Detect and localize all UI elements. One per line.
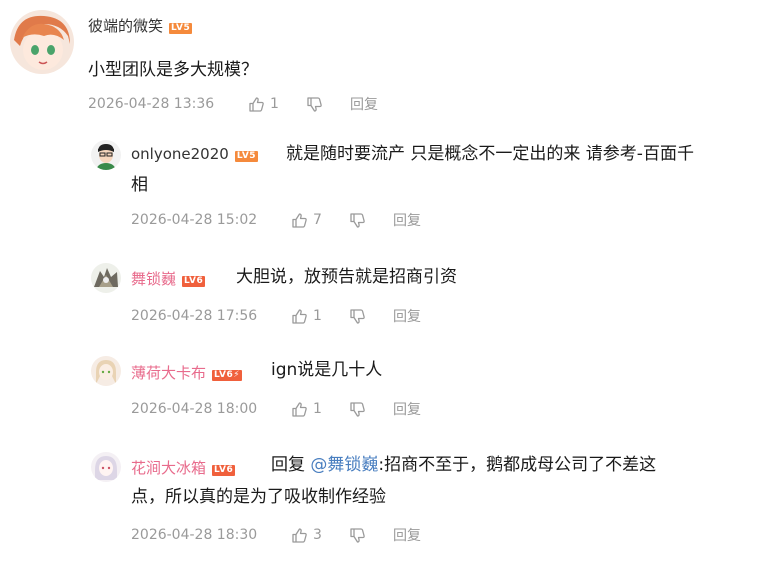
reply-button[interactable]: 回复	[393, 525, 421, 545]
reply-button[interactable]: 回复	[393, 306, 421, 326]
thumbs-down-icon	[306, 96, 323, 113]
like-button[interactable]: 1	[291, 401, 349, 418]
timestamp: 2026-04-28 15:02	[131, 212, 258, 228]
avatar[interactable]	[91, 356, 121, 386]
comment-text-line2: 相	[131, 175, 148, 195]
like-button[interactable]: 1	[248, 96, 306, 113]
comment-text-line1: 回复 @舞锁巍:招商不至于，鹅都成母公司了不差这	[271, 451, 656, 479]
username[interactable]: 花涧大冰箱	[131, 459, 206, 477]
like-count: 7	[313, 212, 322, 228]
user-line: onlyone2020 LV5	[131, 145, 259, 163]
thumbs-up-icon	[248, 96, 265, 113]
level-badge: LV5	[169, 23, 193, 34]
like-count: 3	[313, 527, 322, 543]
thumbs-up-icon	[291, 212, 308, 229]
username[interactable]: 薄荷大卡布	[131, 364, 206, 382]
thumbs-up-icon	[291, 527, 308, 544]
thumbs-down-icon	[349, 308, 366, 325]
level-badge: LV6	[212, 465, 236, 476]
comment-text-line2: 点，所以真的是为了吸收制作经验	[131, 487, 386, 507]
comment-meta: 2026-04-28 15:02 7 回复	[131, 210, 421, 230]
dislike-button[interactable]	[349, 401, 393, 418]
comment-text: ign说是几十人	[271, 360, 383, 380]
user-line: 花涧大冰箱 LV6	[131, 457, 236, 478]
reply-item: 舞锁巍 LV6 大胆说，放预告就是招商引资 2026-04-28 17:56 1 …	[0, 245, 767, 340]
thumbs-down-icon	[349, 401, 366, 418]
avatar[interactable]	[91, 140, 121, 170]
thumbs-up-icon	[291, 401, 308, 418]
reply-item: 花涧大冰箱 LV6 回复 @舞锁巍:招商不至于，鹅都成母公司了不差这 点，所以真的…	[0, 435, 767, 566]
dislike-button[interactable]	[349, 212, 393, 229]
like-count: 1	[270, 96, 279, 112]
reply-button[interactable]: 回复	[350, 94, 378, 114]
comment-meta: 2026-04-28 13:36 1 回复	[88, 94, 378, 114]
like-button[interactable]: 1	[291, 308, 349, 325]
like-count: 1	[313, 308, 322, 324]
timestamp: 2026-04-28 13:36	[88, 96, 215, 112]
like-count: 1	[313, 401, 322, 417]
reply-text: :招商不至于，鹅都成母公司了不差这	[378, 455, 657, 475]
level-badge: LV6	[182, 276, 206, 287]
comment-meta: 2026-04-28 18:00 1 回复	[131, 399, 421, 419]
level-badge: LV5	[234, 151, 259, 162]
avatar[interactable]	[91, 263, 121, 293]
level-badge: LV6⚡	[212, 370, 243, 381]
user-line: 舞锁巍 LV6	[131, 268, 206, 289]
username[interactable]: 舞锁巍	[131, 270, 176, 288]
thumbs-down-icon	[349, 527, 366, 544]
comment-top: 彼端的微笑 LV5 小型团队是多大规模？ 2026-04-28 13:36 1 回…	[0, 0, 767, 125]
comment-text-line1: 就是随时要流产 只是概念不一定出的来 请参考-百面千	[286, 144, 694, 164]
username[interactable]: 彼端的微笑	[88, 17, 163, 35]
username[interactable]: onlyone2020	[131, 145, 229, 163]
timestamp: 2026-04-28 18:00	[131, 401, 258, 417]
comment-meta: 2026-04-28 17:56 1 回复	[131, 306, 421, 326]
like-button[interactable]: 7	[291, 212, 349, 229]
thumbs-up-icon	[291, 308, 308, 325]
mention-link[interactable]: @舞锁巍	[310, 455, 378, 475]
avatar[interactable]	[10, 10, 74, 74]
reply-button[interactable]: 回复	[393, 399, 421, 419]
comment-text: 小型团队是多大规模？	[88, 60, 258, 80]
comment-text: 大胆说，放预告就是招商引资	[236, 267, 457, 287]
avatar[interactable]	[91, 452, 121, 482]
thumbs-down-icon	[349, 212, 366, 229]
dislike-button[interactable]	[349, 527, 393, 544]
dislike-button[interactable]	[349, 308, 393, 325]
reply-prefix: 回复	[271, 455, 311, 475]
timestamp: 2026-04-28 17:56	[131, 308, 258, 324]
user-line: 彼端的微笑 LV5	[88, 15, 193, 36]
reply-item: 薄荷大卡布 LV6⚡ ign说是几十人 2026-04-28 18:00 1 回复	[0, 340, 767, 435]
like-button[interactable]: 3	[291, 527, 349, 544]
user-line: 薄荷大卡布 LV6⚡	[131, 362, 243, 383]
timestamp: 2026-04-28 18:30	[131, 527, 258, 543]
reply-button[interactable]: 回复	[393, 210, 421, 230]
comment-meta: 2026-04-28 18:30 3 回复	[131, 525, 421, 545]
dislike-button[interactable]	[306, 96, 350, 113]
reply-item: onlyone2020 LV5 就是随时要流产 只是概念不一定出的来 请参考-百面…	[0, 125, 767, 245]
